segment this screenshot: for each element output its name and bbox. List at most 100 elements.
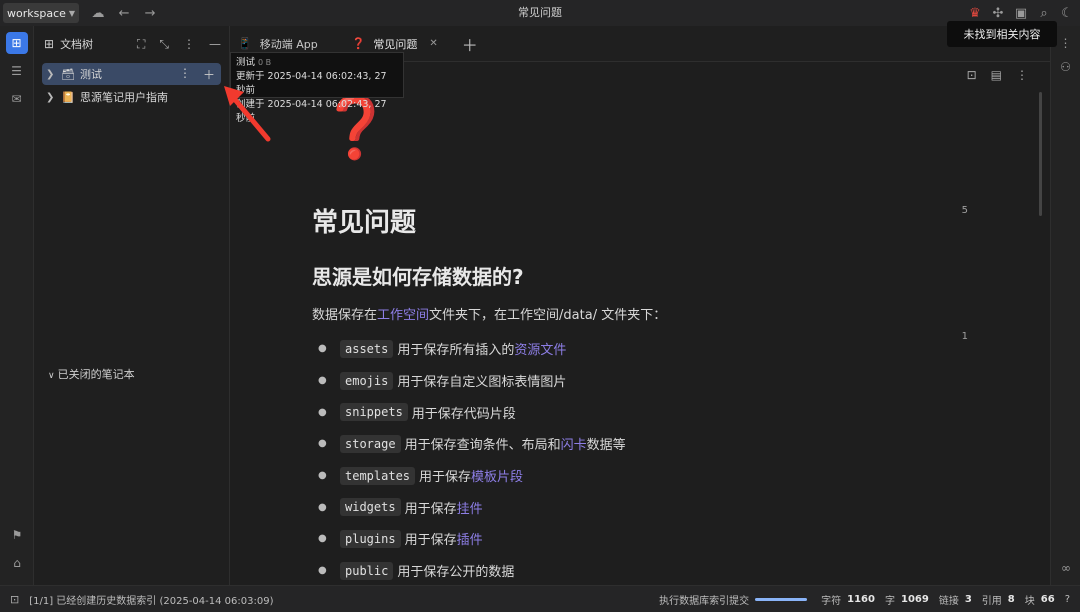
tree-icon: ⊞ xyxy=(11,36,22,50)
dock-toggle-icon[interactable]: ⊡ xyxy=(10,593,19,606)
inline-link[interactable]: 插件 xyxy=(457,529,483,548)
forward-arrow-icon[interactable]: → xyxy=(143,6,157,21)
help-icon[interactable]: ? xyxy=(1065,594,1070,605)
bullet-icon: ● xyxy=(318,375,327,387)
add-tab-icon[interactable]: ＋ xyxy=(462,32,478,56)
workspace-label: workspace xyxy=(7,6,66,20)
inline-link[interactable]: 闪卡 xyxy=(561,434,587,453)
tooltip-name: 测试 xyxy=(236,57,256,68)
bullet-icon: ● xyxy=(318,565,327,577)
list-item[interactable]: ● assets 用于保存所有插入的 资源文件 xyxy=(312,333,952,365)
annotation-arrow-icon xyxy=(224,86,271,142)
task-progress xyxy=(755,597,808,601)
list-item[interactable]: ● templates 用于保存 模板片段 xyxy=(312,460,952,492)
blocks-label: 块 xyxy=(1024,595,1035,607)
minimize-icon[interactable]: — xyxy=(209,37,221,52)
bullet-icon: ● xyxy=(318,343,327,355)
notebook-label: 测试 xyxy=(80,68,102,81)
closed-notebooks-label: 已关闭的笔记本 xyxy=(57,368,135,381)
outline-dock-button[interactable]: ☰ xyxy=(6,60,28,82)
links-label: 链接 xyxy=(938,595,959,607)
crown-icon[interactable]: ♛ xyxy=(968,6,982,21)
theme-moon-icon[interactable]: ☾ xyxy=(1060,6,1074,21)
list-text: 用于保存 xyxy=(404,533,457,549)
list-item[interactable]: ● public 用于保存公开的数据 xyxy=(312,555,952,585)
bullet-icon: ● xyxy=(318,406,327,418)
inline-link[interactable]: 资源文件 xyxy=(514,339,566,358)
left-dock: ⊞ ☰ ✉ ⚑ ⌂ xyxy=(0,26,34,585)
paragraph[interactable]: 数据保存在工作空间文件夹下，在工作空间/data/ 文件夹下： xyxy=(312,304,952,323)
inbox-dock-button[interactable]: ✉ xyxy=(6,88,28,110)
workspace-link[interactable]: 工作空间 xyxy=(377,308,429,323)
chevron-right-icon[interactable]: ❯ xyxy=(46,69,58,80)
tree-icon: ⊞ xyxy=(44,37,55,51)
notification-toast: 未找到相关内容 xyxy=(947,21,1057,47)
inline-code: emojis xyxy=(340,371,394,390)
bullet-icon: ● xyxy=(318,501,327,513)
notebook-icon: 🗃 xyxy=(61,67,75,81)
bookmark-icon: ⚑ xyxy=(11,528,23,542)
list-item[interactable]: ● storage 用于保存查询条件、布局和 闪卡 数据等 xyxy=(312,428,952,460)
more-icon[interactable]: ⋮ xyxy=(179,66,191,83)
terminal-icon[interactable]: ▣ xyxy=(1014,6,1028,21)
search-icon[interactable]: ⌕ xyxy=(1037,6,1051,21)
notebook-row-test[interactable]: ❯ 🗃 测试 ⋮ ＋ xyxy=(42,63,221,85)
closed-notebooks-toggle[interactable]: ∨ 已关闭的笔记本 xyxy=(48,366,135,382)
inline-code: templates xyxy=(340,466,416,485)
document-content[interactable]: 常见问题 思源是如何存储数据的? 数据保存在工作空间文件夹下，在工作空间/dat… xyxy=(312,202,952,585)
backlink-count[interactable]: 5 xyxy=(962,205,968,216)
list-item[interactable]: ● widgets 用于保存 挂件 xyxy=(312,491,952,523)
notebook-row-guide[interactable]: ❯ 📔 思源笔记用户指南 xyxy=(42,86,221,108)
status-message[interactable]: [1/1] 已经创建历史数据索引 (2025-04-14 06:03:09) xyxy=(29,592,273,607)
tooltip-size: 0 B xyxy=(258,58,272,67)
words-count: 1069 xyxy=(900,593,929,605)
storage-folder-list: ● assets 用于保存所有插入的 资源文件 ● emojis 用于保存自定义图标表情图… xyxy=(312,333,952,585)
title-bar: workspace ▼ ☁ ← → 常见问题 ♛ ✣ ▣ ⌕ ☾ xyxy=(0,0,1080,26)
heading-1[interactable]: 常见问题 xyxy=(312,202,952,239)
list-item[interactable]: ● snippets 用于保存代码片段 xyxy=(312,396,952,428)
chars-count: 1160 xyxy=(847,593,875,605)
inline-code: plugins xyxy=(340,529,401,548)
workspace-switcher[interactable]: workspace ▼ xyxy=(3,3,80,23)
list-text: 用于保存公开的数据 xyxy=(397,565,515,581)
link-icon[interactable]: ∞ xyxy=(1051,561,1080,575)
more-icon[interactable]: ⋮ xyxy=(183,37,195,52)
task-label: 执行数据库索引提交 xyxy=(659,595,750,607)
lock-icon[interactable]: ⊡ xyxy=(967,68,977,82)
backlink-count[interactable]: 1 xyxy=(962,331,968,342)
back-arrow-icon[interactable]: ← xyxy=(117,6,131,21)
list-text: 用于保存自定义图标表情图片 xyxy=(397,375,567,391)
focus-icon[interactable]: ⛶ xyxy=(137,37,145,52)
bookmark-dock-button[interactable]: ⚑ xyxy=(6,524,28,546)
chevron-right-icon[interactable]: ❯ xyxy=(46,92,58,103)
doc-info-icon[interactable]: ▤ xyxy=(991,68,1002,82)
inline-link[interactable]: 模板片段 xyxy=(471,466,523,485)
scrollbar[interactable] xyxy=(1039,92,1042,216)
heading-2[interactable]: 思源是如何存储数据的? xyxy=(312,261,952,290)
list-text: 用于保存代码片段 xyxy=(411,406,516,422)
inline-link[interactable]: 挂件 xyxy=(457,498,483,517)
right-dock: ⋮ ⚇ ∞ xyxy=(1050,26,1080,585)
file-tree-dock-button[interactable]: ⊞ xyxy=(5,32,28,54)
tag-dock-button[interactable]: ⌂ xyxy=(6,552,28,574)
sync-off-icon[interactable]: ☁ xyxy=(91,6,105,21)
phone-icon: 📱 xyxy=(238,37,252,50)
more-icon[interactable]: ⋮ xyxy=(1016,68,1028,82)
inline-code: assets xyxy=(340,339,394,358)
paragraph-text: 数据保存在 xyxy=(312,308,378,323)
blocks-count: 66 xyxy=(1040,593,1055,605)
add-doc-icon[interactable]: ＋ xyxy=(203,66,215,83)
collapse-all-icon[interactable]: ⤡ xyxy=(159,37,169,52)
graph-icon[interactable]: ⚇ xyxy=(1051,60,1080,74)
list-item[interactable]: ● plugins 用于保存 插件 xyxy=(312,523,952,555)
notebook-icon: 📔 xyxy=(61,90,75,104)
tab-label: 常见问题 xyxy=(373,37,418,51)
plugin-icon[interactable]: ✣ xyxy=(991,6,1005,21)
refs-count: 8 xyxy=(1007,593,1015,605)
close-icon[interactable]: ✕ xyxy=(429,38,437,49)
list-text: 用于保存 xyxy=(404,501,457,517)
editor[interactable]: ⊡ ▤ ⋮ ❓ 5 1 常见问题 思源是如何存储数据的? 数据保存在工作空间文件… xyxy=(230,62,1050,585)
list-item[interactable]: ● emojis 用于保存自定义图标表情图片 xyxy=(312,365,952,397)
outline-icon: ☰ xyxy=(11,64,22,78)
inline-code: snippets xyxy=(340,403,408,422)
